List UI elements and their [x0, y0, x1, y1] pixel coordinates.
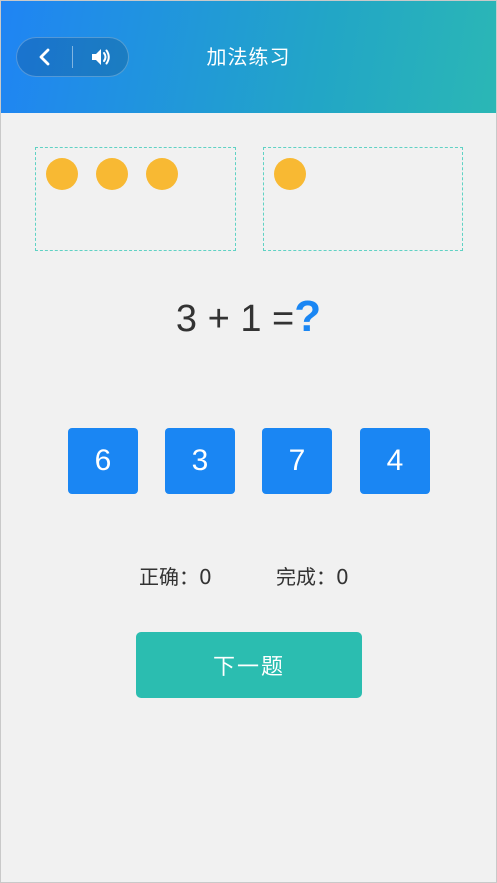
answer-option[interactable]: 3 [165, 428, 235, 494]
page-title: 加法练习 [206, 45, 291, 69]
operand-a: 3 [175, 298, 197, 340]
question-mark: ? [294, 292, 322, 341]
count-dot [146, 158, 178, 190]
correct-stat: 正确：0 [139, 561, 212, 593]
header-bar: 加法练习 [1, 1, 496, 113]
answer-option[interactable]: 4 [360, 428, 430, 494]
count-dot [96, 158, 128, 190]
operator: + [207, 298, 230, 340]
right-count-box [263, 147, 463, 251]
done-value: 0 [336, 565, 349, 589]
correct-label: 正确： [139, 565, 199, 589]
done-label: 完成： [276, 565, 336, 589]
next-question-button[interactable]: 下一题 [136, 632, 362, 698]
count-dot [46, 158, 78, 190]
equation: 3 + 1 =? [1, 289, 496, 347]
app-screen: 加法练习 3 + 1 =? 6 3 7 4 正确：0 完成：0 下一题 [0, 0, 497, 883]
count-dot [274, 158, 306, 190]
correct-value: 0 [199, 565, 212, 589]
left-count-box [35, 147, 236, 251]
answer-option[interactable]: 6 [68, 428, 138, 494]
answer-option[interactable]: 7 [262, 428, 332, 494]
done-stat: 完成：0 [276, 561, 349, 593]
equals-sign: = [272, 298, 295, 340]
operand-b: 1 [240, 298, 262, 340]
